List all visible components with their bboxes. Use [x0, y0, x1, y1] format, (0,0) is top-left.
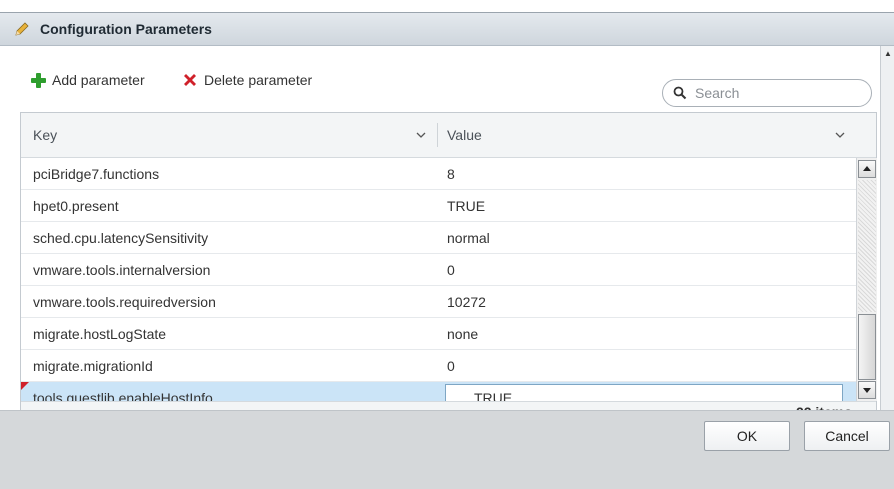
row-value: 0 [447, 358, 455, 374]
table-row[interactable]: pciBridge7.functions 8 [21, 158, 856, 190]
search-box[interactable] [662, 79, 872, 107]
dialog-scrollbar[interactable]: ▲ ▼ [880, 46, 894, 422]
scroll-up-button[interactable] [858, 160, 876, 178]
row-value: 10272 [447, 294, 486, 310]
row-key: hpet0.present [33, 198, 119, 214]
chevron-down-icon[interactable] [415, 129, 427, 141]
dialog-footer: OK Cancel [0, 410, 894, 489]
column-header-key[interactable]: Key [33, 113, 433, 157]
table-row[interactable]: sched.cpu.latencySensitivity normal [21, 222, 856, 254]
row-key: migrate.migrationId [33, 358, 153, 374]
row-value: normal [447, 230, 490, 246]
row-value: 0 [447, 262, 455, 278]
scrollbar-track[interactable] [858, 180, 876, 312]
row-key: sched.cpu.latencySensitivity [33, 230, 209, 246]
delete-parameter-label: Delete parameter [204, 72, 313, 88]
modified-marker-icon [21, 382, 29, 390]
plus-icon [30, 72, 46, 88]
scroll-down-button[interactable] [858, 381, 876, 399]
chevron-down-icon[interactable] [834, 129, 846, 141]
add-parameter-button[interactable]: Add parameter [30, 72, 145, 88]
dialog-titlebar: Configuration Parameters [0, 13, 894, 46]
pencil-icon [15, 22, 29, 36]
grid-scrollbar[interactable] [856, 158, 877, 401]
delete-parameter-button[interactable]: Delete parameter [182, 72, 312, 88]
column-header-value[interactable]: Value [447, 113, 847, 157]
table-row[interactable]: migrate.hostLogState none [21, 318, 856, 350]
row-value: none [447, 326, 479, 342]
table-row[interactable]: vmware.tools.internalversion 0 [21, 254, 856, 286]
row-key: vmware.tools.requiredversion [33, 294, 216, 310]
grid-header: Key Value [21, 113, 876, 158]
configuration-parameters-dialog: Configuration Parameters ▲ ▼ Add paramet… [0, 12, 894, 489]
dialog-title: Configuration Parameters [40, 21, 212, 37]
scroll-up-arrow-icon[interactable]: ▲ [883, 50, 893, 58]
table-row[interactable]: vmware.tools.requiredversion 10272 [21, 286, 856, 318]
column-divider[interactable] [437, 123, 438, 147]
cancel-button[interactable]: Cancel [804, 421, 890, 451]
arrow-up-icon [863, 166, 871, 171]
row-value: TRUE [447, 198, 486, 214]
parameters-grid: Key Value pciBridge7.functions 8 hpet0.p… [20, 112, 877, 423]
background-window [0, 0, 894, 12]
row-key: pciBridge7.functions [33, 166, 160, 182]
arrow-down-icon [863, 388, 871, 393]
search-icon [673, 86, 687, 100]
table-row[interactable]: migrate.migrationId 0 [21, 350, 856, 382]
delete-x-icon [184, 74, 196, 86]
scrollbar-thumb[interactable] [858, 314, 876, 380]
add-parameter-label: Add parameter [52, 72, 145, 88]
ok-button[interactable]: OK [704, 421, 790, 451]
row-key: migrate.hostLogState [33, 326, 167, 342]
row-value: 8 [447, 166, 455, 182]
table-row[interactable]: hpet0.present TRUE [21, 190, 856, 222]
search-input[interactable] [693, 84, 847, 102]
row-key: vmware.tools.internalversion [33, 262, 211, 278]
toolbar: Add parameter Delete parameter [0, 46, 880, 107]
